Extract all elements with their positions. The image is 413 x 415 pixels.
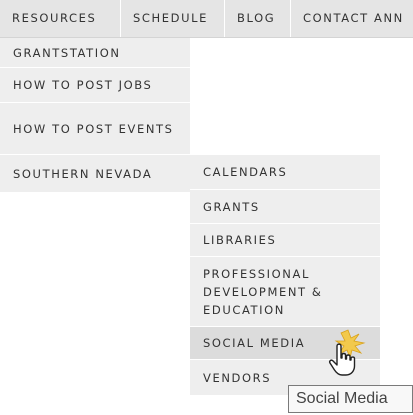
menu-item-southern-nevada[interactable]: SOUTHERN NEVADA: [0, 155, 190, 193]
nav-item-contact[interactable]: CONTACT ANN: [291, 0, 413, 37]
nav-item-blog[interactable]: BLOG: [225, 0, 291, 37]
menu-item-grantstation[interactable]: GRANTSTATION: [0, 38, 190, 68]
submenu-item-grants[interactable]: GRANTS: [190, 190, 380, 224]
submenu-item-professional-development[interactable]: PROFESSIONAL DEVELOPMENT & EDUCATION: [190, 257, 380, 327]
nav-item-schedule[interactable]: SCHEDULE: [121, 0, 225, 37]
hand-pointer-icon: [329, 329, 366, 376]
submenu-item-label: GRANTS: [203, 199, 260, 214]
submenu-item-label: CALENDARS: [203, 165, 288, 179]
menu-item-label: HOW TO POST EVENTS: [13, 121, 174, 136]
submenu-item-label: SOCIAL MEDIA: [203, 336, 306, 350]
submenu-item-libraries[interactable]: LIBRARIES: [190, 224, 380, 257]
nav-item-resources[interactable]: RESOURCES: [0, 0, 121, 37]
submenu-item-label: VENDORS: [203, 370, 272, 385]
menu-item-how-to-post-jobs[interactable]: HOW TO POST JOBS: [0, 68, 190, 103]
menu-item-how-to-post-events[interactable]: HOW TO POST EVENTS: [0, 103, 190, 155]
menu-item-label: SOUTHERN NEVADA: [13, 166, 153, 181]
resources-dropdown-menu: GRANTSTATION HOW TO POST JOBS HOW TO POS…: [0, 38, 190, 193]
menu-item-label: HOW TO POST JOBS: [13, 78, 153, 92]
top-navigation-bar: RESOURCES SCHEDULE BLOG CONTACT ANN: [0, 0, 413, 38]
menu-item-label: GRANTSTATION: [13, 45, 121, 60]
submenu-item-label: LIBRARIES: [203, 233, 277, 247]
submenu-item-label: PROFESSIONAL DEVELOPMENT & EDUCATION: [203, 266, 323, 317]
submenu-item-calendars[interactable]: CALENDARS: [190, 155, 380, 190]
tooltip: Social Media: [288, 385, 413, 413]
